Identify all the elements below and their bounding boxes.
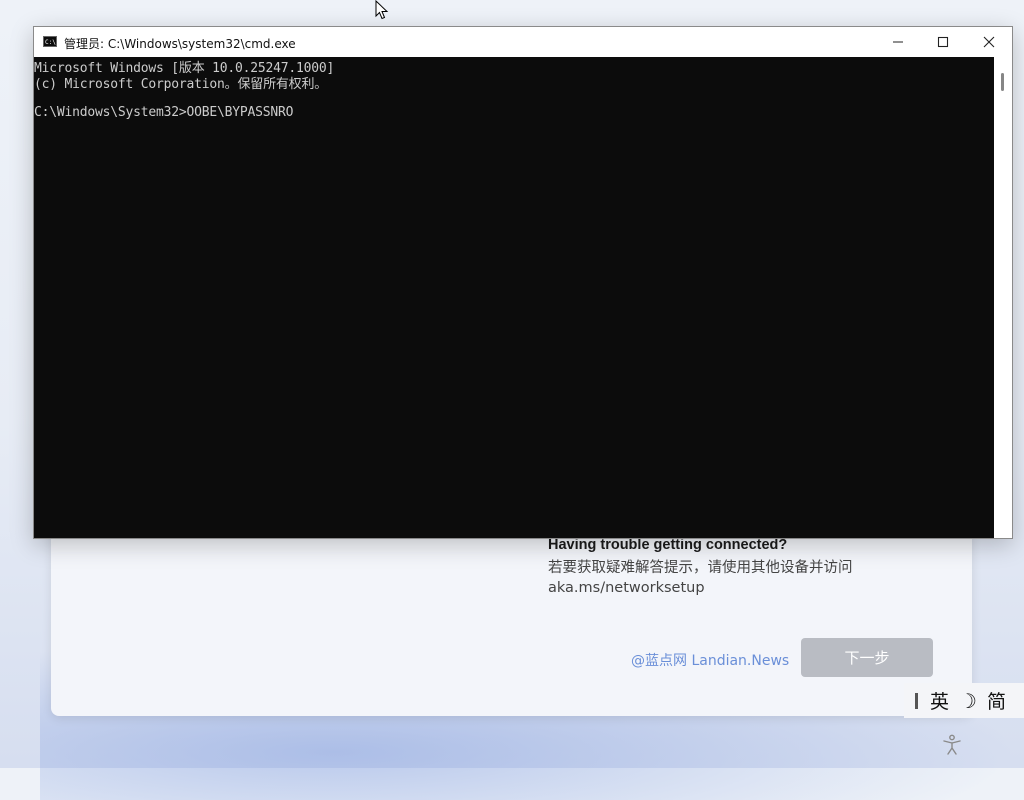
- ime-toolbar: 英 ☽ 简: [904, 683, 1024, 718]
- scrollbar[interactable]: [994, 57, 1012, 538]
- minimize-button[interactable]: [875, 27, 921, 57]
- maximize-button[interactable]: [920, 27, 966, 57]
- window-title: 管理员: C:\Windows\system32\cmd.exe: [64, 37, 296, 51]
- moon-icon[interactable]: ☽: [959, 689, 977, 713]
- maximize-icon: [937, 36, 949, 48]
- console-prompt-line[interactable]: C:\Windows\System32>OOBE\BYPASSNRO: [34, 105, 294, 120]
- next-button[interactable]: 下一步: [801, 638, 933, 677]
- title-bar[interactable]: C:\ 管理员: C:\Windows\system32\cmd.exe: [34, 27, 1012, 57]
- watermark: @蓝点网 Landian.News: [631, 653, 790, 669]
- ime-drag-handle[interactable]: [915, 692, 918, 709]
- close-icon: [983, 36, 995, 48]
- minimize-icon: [893, 41, 903, 43]
- console-output[interactable]: Microsoft Windows [版本 10.0.25247.1000] (…: [34, 57, 994, 538]
- cmd-app-icon: C:\: [43, 36, 57, 47]
- cmd-window[interactable]: C:\ 管理员: C:\Windows\system32\cmd.exe Mic…: [33, 26, 1013, 539]
- scroll-thumb[interactable]: [1001, 73, 1004, 91]
- close-button[interactable]: [966, 27, 1012, 57]
- help-text: 若要获取疑难解答提示，请使用其他设备并访问 aka.ms/networksetu…: [548, 560, 853, 596]
- accessibility-icon[interactable]: [942, 734, 962, 756]
- mouse-cursor-icon: [375, 0, 389, 25]
- ime-mode-toggle[interactable]: 英: [930, 687, 949, 714]
- ime-charset-toggle[interactable]: 简: [987, 687, 1006, 714]
- help-title: Having trouble getting connected?: [548, 537, 788, 553]
- console-line: (c) Microsoft Corporation。保留所有权利。: [34, 77, 328, 92]
